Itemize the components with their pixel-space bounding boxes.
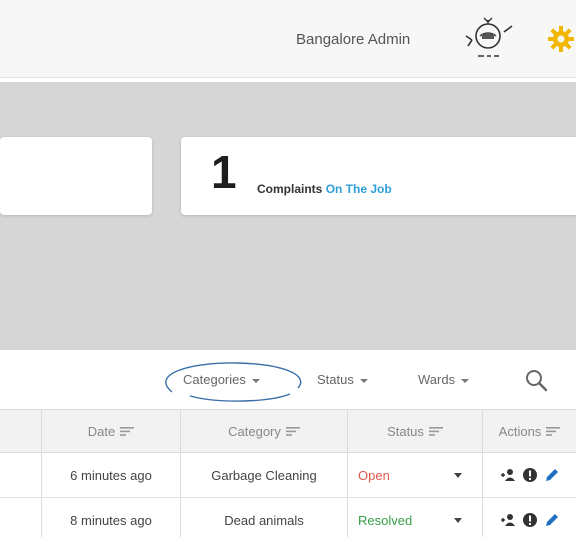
stat-label: Complaints On The Job [257, 182, 392, 196]
chevron-down-icon [454, 517, 462, 523]
wards-filter-label: Wards [418, 372, 456, 387]
category-cell: Dead animals [181, 498, 348, 537]
header-category[interactable]: Category [181, 410, 348, 452]
highlight-ellipse [165, 362, 302, 402]
header-status[interactable]: Status [348, 410, 483, 452]
stat-count: 1 [211, 146, 237, 198]
gear-icon[interactable] [547, 25, 575, 53]
row-cell-blank [0, 453, 42, 497]
chevron-down-icon [454, 472, 462, 478]
table-header: Date Category Status Actions [0, 409, 576, 453]
sort-icon [546, 426, 561, 436]
stats-banner: 1 Complaints On The Job [0, 82, 576, 350]
status-filter-label: Status [317, 372, 354, 387]
assign-user-icon[interactable] [500, 512, 516, 528]
status-value: Resolved [358, 512, 413, 528]
sort-icon [428, 426, 443, 436]
table-row[interactable]: 8 minutes ago Dead animals Resolved [0, 498, 576, 537]
stat-card-on-the-job: 1 Complaints On The Job [181, 137, 576, 215]
header-category-label: Category [228, 423, 281, 439]
top-header: Bangalore Admin [0, 0, 576, 78]
admin-name[interactable]: Bangalore Admin [296, 31, 410, 48]
actions-cell [483, 453, 576, 497]
alert-icon[interactable] [522, 512, 538, 528]
actions-cell [483, 498, 576, 537]
sort-icon [120, 426, 135, 436]
alert-icon[interactable] [522, 467, 538, 483]
header-actions[interactable]: Actions [483, 410, 576, 452]
municipal-emblem-icon[interactable] [460, 14, 516, 64]
stat-card-left [0, 137, 152, 215]
row-cell-blank [0, 498, 42, 537]
date-cell: 8 minutes ago [42, 498, 181, 537]
status-cell: Resolved [348, 498, 483, 537]
table-row[interactable]: 6 minutes ago Garbage Cleaning Open [0, 453, 576, 498]
chevron-down-icon [359, 378, 368, 383]
date-cell: 6 minutes ago [42, 453, 181, 497]
assign-user-icon[interactable] [500, 467, 516, 483]
status-filter[interactable]: Status [317, 372, 368, 387]
stat-label-prefix: Complaints [257, 182, 323, 196]
header-date-label: Date [87, 423, 116, 439]
edit-pencil-icon[interactable] [544, 512, 560, 528]
sort-icon [285, 426, 300, 436]
category-cell: Garbage Cleaning [181, 453, 348, 497]
status-dropdown[interactable]: Resolved [348, 513, 482, 528]
wards-filter[interactable]: Wards [418, 372, 470, 387]
header-actions-label: Actions [498, 423, 542, 439]
chevron-down-icon [461, 378, 470, 383]
search-icon[interactable] [524, 368, 548, 392]
stat-label-accent: On The Job [325, 182, 392, 196]
status-cell: Open [348, 453, 483, 497]
header-date[interactable]: Date [42, 410, 181, 452]
status-dropdown[interactable]: Open [348, 468, 482, 483]
status-value: Open [358, 467, 390, 483]
header-cell-blank [0, 410, 42, 452]
header-status-label: Status [387, 423, 424, 439]
edit-pencil-icon[interactable] [544, 467, 560, 483]
